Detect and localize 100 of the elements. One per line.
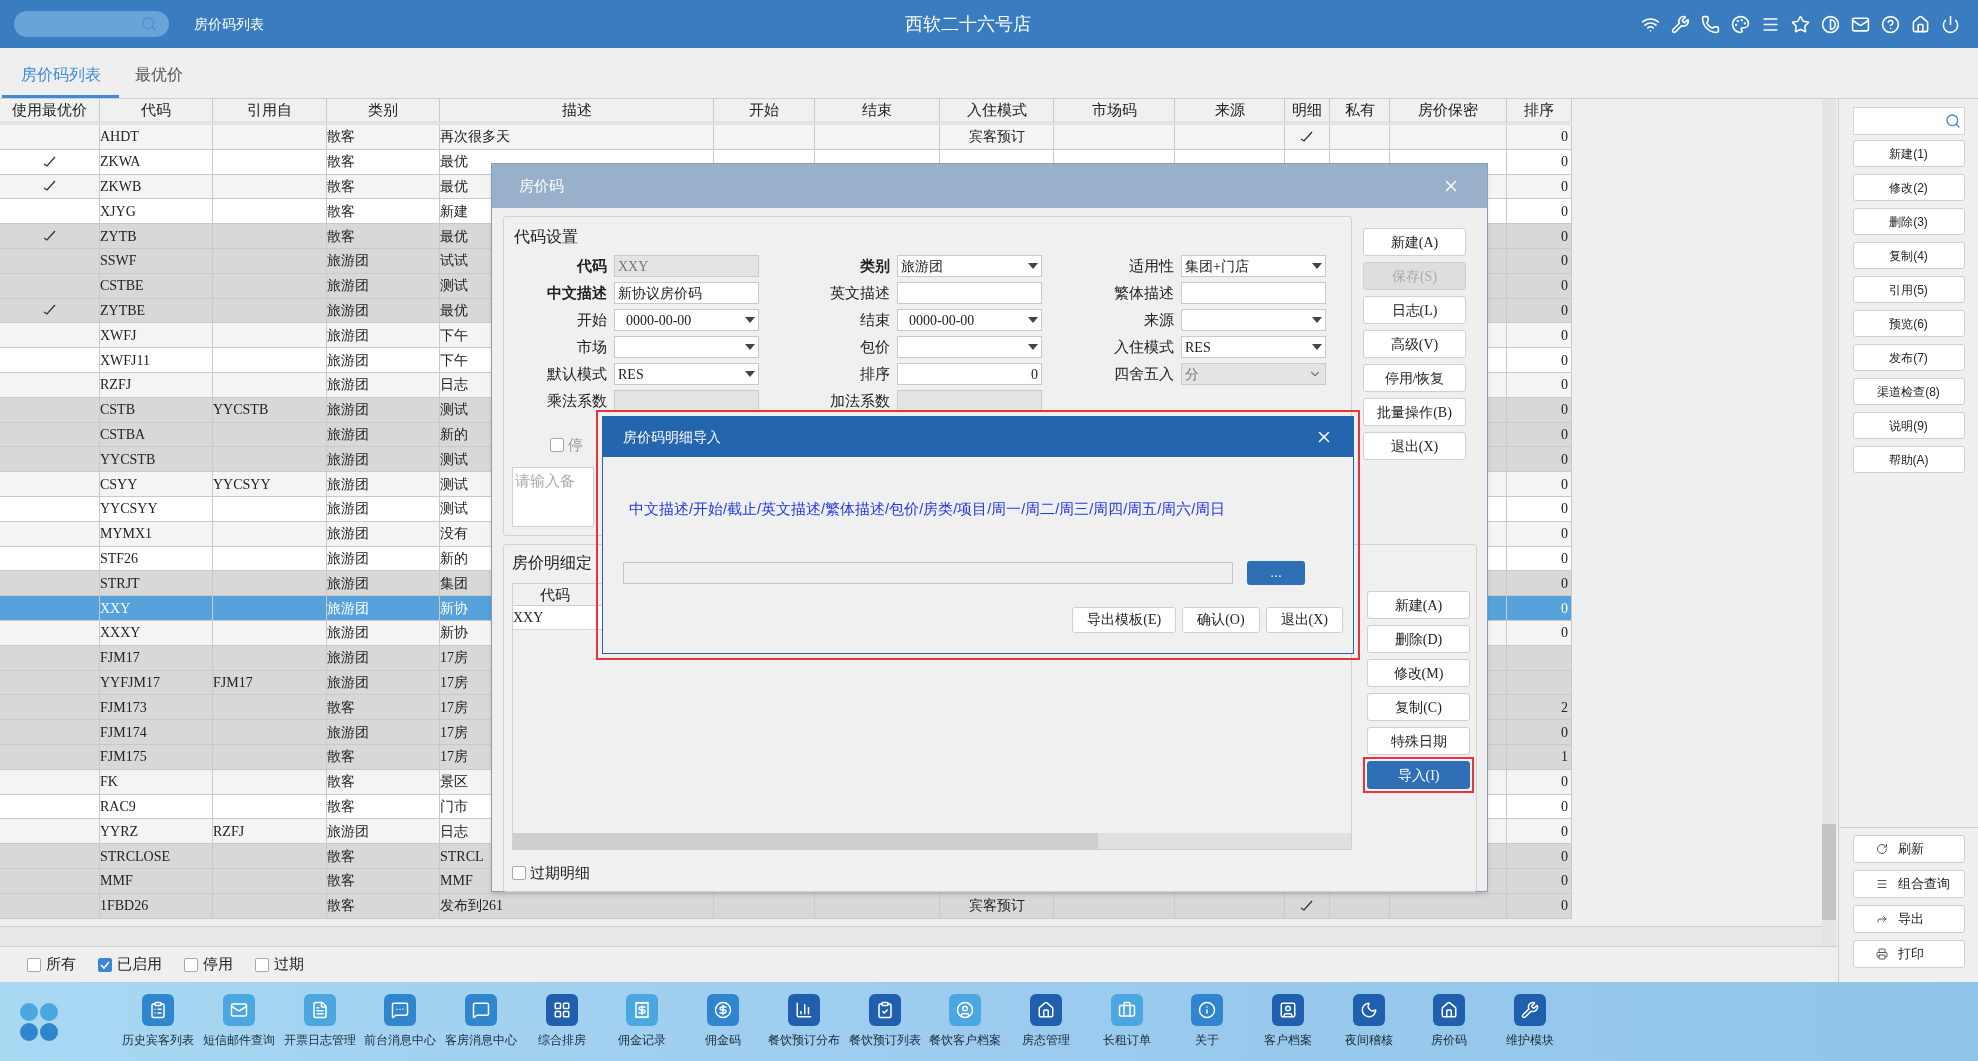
dropdown-field[interactable]: 0000-00-00 [614, 309, 759, 331]
table-row[interactable]: AHDT 散客 再次很多天 宾客预订 0 [0, 125, 1572, 150]
action-button[interactable]: 预览(6) [1852, 310, 1965, 337]
taskbar-item[interactable]: 短信邮件查询 [198, 994, 280, 1049]
taskbar-item[interactable]: 历史宾客列表 [118, 994, 199, 1049]
action-button[interactable]: 导出 [1852, 905, 1965, 933]
file-path-field[interactable] [623, 561, 1233, 584]
dropdown-field[interactable]: 0000-00-00 [897, 309, 1042, 331]
dialog-button[interactable]: 新建(A) [1367, 591, 1470, 619]
taskbar-item[interactable]: 佣金记录 [602, 994, 683, 1049]
checkbox-label[interactable]: 所有 [46, 953, 76, 976]
start-icon[interactable] [18, 1000, 60, 1043]
dialog-button[interactable]: 批量操作(B) [1363, 398, 1466, 426]
dropdown-field[interactable]: RES [614, 363, 759, 385]
action-button[interactable]: 删除(3) [1852, 208, 1965, 235]
column-header[interactable]: 代码 [513, 584, 597, 605]
power-icon[interactable] [1941, 14, 1960, 34]
checkbox[interactable] [512, 866, 526, 881]
action-button[interactable]: 刷新 [1852, 835, 1965, 863]
input-field[interactable] [1181, 282, 1326, 304]
vertical-scrollbar[interactable] [1822, 99, 1836, 946]
checkbox[interactable] [184, 957, 198, 972]
column-header[interactable]: 引用自 [213, 99, 327, 122]
table-row[interactable]: 1FBD26 散客 发布到261 宾客预订 0 [0, 893, 1572, 919]
checkbox-label[interactable]: 停用 [203, 953, 233, 976]
taskbar-item[interactable]: 客户档案 [1247, 994, 1329, 1049]
mail-icon[interactable] [1851, 14, 1870, 34]
dialog-button[interactable]: 退出(X) [1363, 432, 1466, 460]
search-field[interactable] [1852, 107, 1965, 135]
taskbar-item[interactable]: 餐饮预订分布 [763, 994, 845, 1049]
action-button[interactable]: 说明(9) [1852, 412, 1965, 439]
taskbar-item[interactable]: 客房消息中心 [440, 994, 522, 1049]
taskbar-item[interactable]: 餐饮客户档案 [924, 994, 1006, 1049]
column-header[interactable]: 排序 [1507, 99, 1572, 122]
action-button[interactable]: 新建(1) [1852, 140, 1965, 167]
dialog-button[interactable]: 特殊日期 [1367, 727, 1470, 755]
taskbar-item[interactable]: 夜间稽核 [1328, 994, 1409, 1049]
action-button[interactable]: 渠道检查(8) [1852, 378, 1965, 405]
taskbar-item[interactable]: 前台消息中心 [360, 994, 441, 1049]
column-header[interactable]: 开始 [714, 99, 815, 122]
taskbar-item[interactable]: 维护模块 [1489, 994, 1571, 1049]
dialog-button[interactable]: 高级(V) [1363, 330, 1466, 358]
taskbar-item[interactable]: 佣金码 [682, 994, 764, 1049]
phone-icon[interactable] [1701, 14, 1720, 34]
checkbox[interactable] [255, 957, 269, 972]
dialog-button[interactable]: 复制(C) [1367, 693, 1470, 721]
action-button[interactable]: 复制(4) [1852, 242, 1965, 269]
column-header[interactable]: 市场码 [1054, 99, 1175, 122]
dialog-button[interactable]: 日志(L) [1363, 296, 1466, 324]
taskbar-item[interactable]: 开票日志管理 [279, 994, 361, 1049]
checkbox-label[interactable]: 过期 [274, 953, 304, 976]
contrast-icon[interactable] [1821, 14, 1840, 34]
dialog-button[interactable]: 确认(O) [1182, 606, 1260, 633]
home-icon[interactable] [1911, 14, 1930, 34]
checkbox[interactable] [550, 438, 564, 453]
dialog-button[interactable]: 删除(D) [1367, 625, 1470, 653]
tools-icon[interactable] [1671, 14, 1690, 34]
checkbox[interactable] [27, 957, 41, 972]
column-header[interactable]: 房价保密 [1390, 99, 1507, 122]
column-header[interactable]: 使用最优价 [0, 99, 100, 122]
dropdown-field[interactable]: RES [1181, 336, 1326, 358]
dropdown-field[interactable]: 旅游团 [897, 255, 1042, 277]
input-field[interactable]: 0 [897, 363, 1042, 385]
taskbar-item[interactable]: 关于 [1166, 994, 1248, 1049]
column-header[interactable]: 类别 [327, 99, 440, 122]
input-field[interactable]: 新协议房价码 [614, 282, 759, 304]
browse-button[interactable]: ... [1247, 560, 1305, 585]
search-field[interactable] [14, 11, 169, 37]
column-header[interactable]: 私有 [1330, 99, 1390, 122]
action-button[interactable]: 发布(7) [1852, 344, 1965, 371]
help-icon[interactable] [1881, 14, 1900, 34]
action-button[interactable]: 打印 [1852, 940, 1965, 968]
palette-icon[interactable] [1731, 14, 1750, 34]
dropdown-field[interactable]: 集团+门店 [1181, 255, 1326, 277]
taskbar-item[interactable]: 综合排房 [521, 994, 603, 1049]
column-header[interactable]: 结束 [815, 99, 940, 122]
scrollbar-thumb[interactable] [513, 833, 1098, 849]
horizontal-scrollbar[interactable] [0, 926, 1822, 946]
taskbar-item[interactable]: 房价码 [1409, 994, 1490, 1049]
dropdown-field[interactable] [897, 336, 1042, 358]
taskbar-item[interactable]: 餐饮预订列表 [844, 994, 925, 1049]
dialog-button[interactable]: 新建(A) [1363, 228, 1466, 256]
dialog-button[interactable]: 导入(I) [1367, 761, 1470, 789]
column-header[interactable]: 入住模式 [940, 99, 1054, 122]
column-header[interactable]: 明细 [1285, 99, 1330, 122]
dropdown-field[interactable] [1181, 309, 1326, 331]
checkbox-label[interactable]: 已启用 [117, 953, 162, 976]
checkbox[interactable] [98, 957, 112, 972]
taskbar-item[interactable]: 房态管理 [1005, 994, 1087, 1049]
taskbar-item[interactable]: 长租订单 [1086, 994, 1167, 1049]
action-button[interactable]: 组合查询 [1852, 870, 1965, 898]
remark-field[interactable]: 请输入备 [512, 466, 594, 527]
action-button[interactable]: 引用(5) [1852, 276, 1965, 303]
action-button[interactable]: 帮助(A) [1852, 446, 1965, 473]
scrollbar-thumb[interactable] [1822, 824, 1836, 920]
action-button[interactable]: 修改(2) [1852, 174, 1965, 201]
dialog-button[interactable]: 修改(M) [1367, 659, 1470, 687]
dialog-button[interactable]: 导出模板(E) [1072, 606, 1177, 633]
column-header[interactable]: 来源 [1175, 99, 1285, 122]
star-icon[interactable] [1791, 14, 1810, 34]
